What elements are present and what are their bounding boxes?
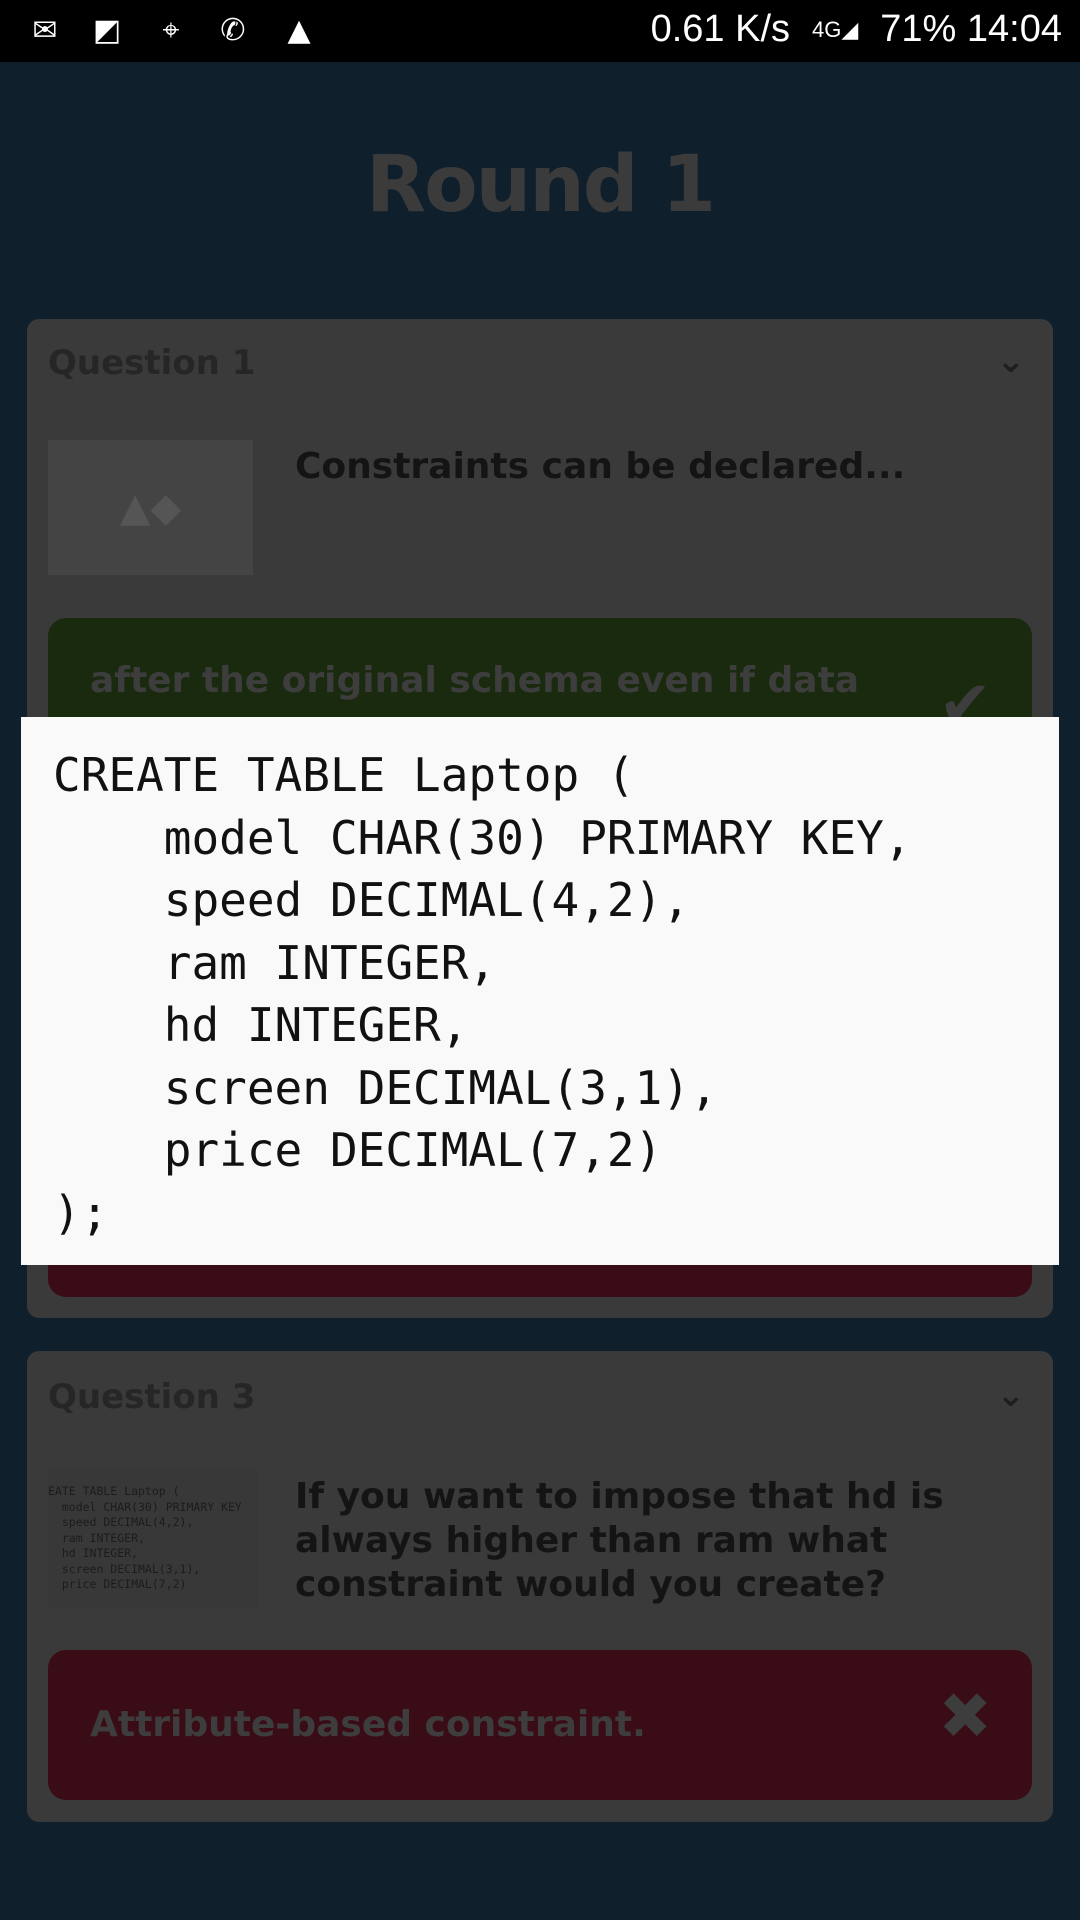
code-image-popup[interactable]: CREATE TABLE Laptop ( model CHAR(30) PRI… xyxy=(21,717,1059,1265)
shapes-placeholder-icon: ▲◆ xyxy=(48,440,253,575)
battery: 71% xyxy=(880,8,957,50)
chevron-down-icon[interactable]: ⌄ xyxy=(997,1375,1026,1415)
status-bar: ✉ ◩ ⌖ ✆ ▲ 0.61 K/s 4G◢ 71% 14:04 xyxy=(0,0,1080,62)
x-icon: ✖ xyxy=(938,1680,992,1754)
question-text: If you want to impose that hd is always … xyxy=(295,1476,944,1605)
answer-incorrect[interactable]: Attribute-based constraint. ✖ xyxy=(48,1650,1032,1800)
signal-icon: 4G◢ xyxy=(812,16,859,42)
clock: 14:04 xyxy=(966,8,1062,50)
notes-icon: ◩ xyxy=(92,13,122,48)
code-block: CREATE TABLE Laptop ( model CHAR(30) PRI… xyxy=(53,748,912,1240)
answer-text: after the original schema even if data xyxy=(90,660,860,701)
code-thumbnail[interactable]: EATE TABLE Laptop ( model CHAR(30) PRIMA… xyxy=(48,1470,258,1607)
question-text: Constraints can be declared... xyxy=(295,446,906,487)
chevron-down-icon[interactable]: ⌄ xyxy=(997,341,1026,381)
question-card-3: Question 3 ⌄ EATE TABLE Laptop ( model C… xyxy=(27,1351,1053,1822)
question-title: Question 3 xyxy=(48,1377,256,1417)
whatsapp-icon: ✆ xyxy=(220,13,246,48)
gallery-icon: ▲ xyxy=(287,13,311,48)
gmail-icon: ✉ xyxy=(32,13,58,48)
question-title: Question 1 xyxy=(48,343,256,383)
answer-text: Attribute-based constraint. xyxy=(90,1704,646,1745)
page-title: Round 1 xyxy=(366,140,716,230)
net-speed: 0.61 K/s xyxy=(650,8,790,50)
maps-icon: ⌖ xyxy=(162,13,180,48)
